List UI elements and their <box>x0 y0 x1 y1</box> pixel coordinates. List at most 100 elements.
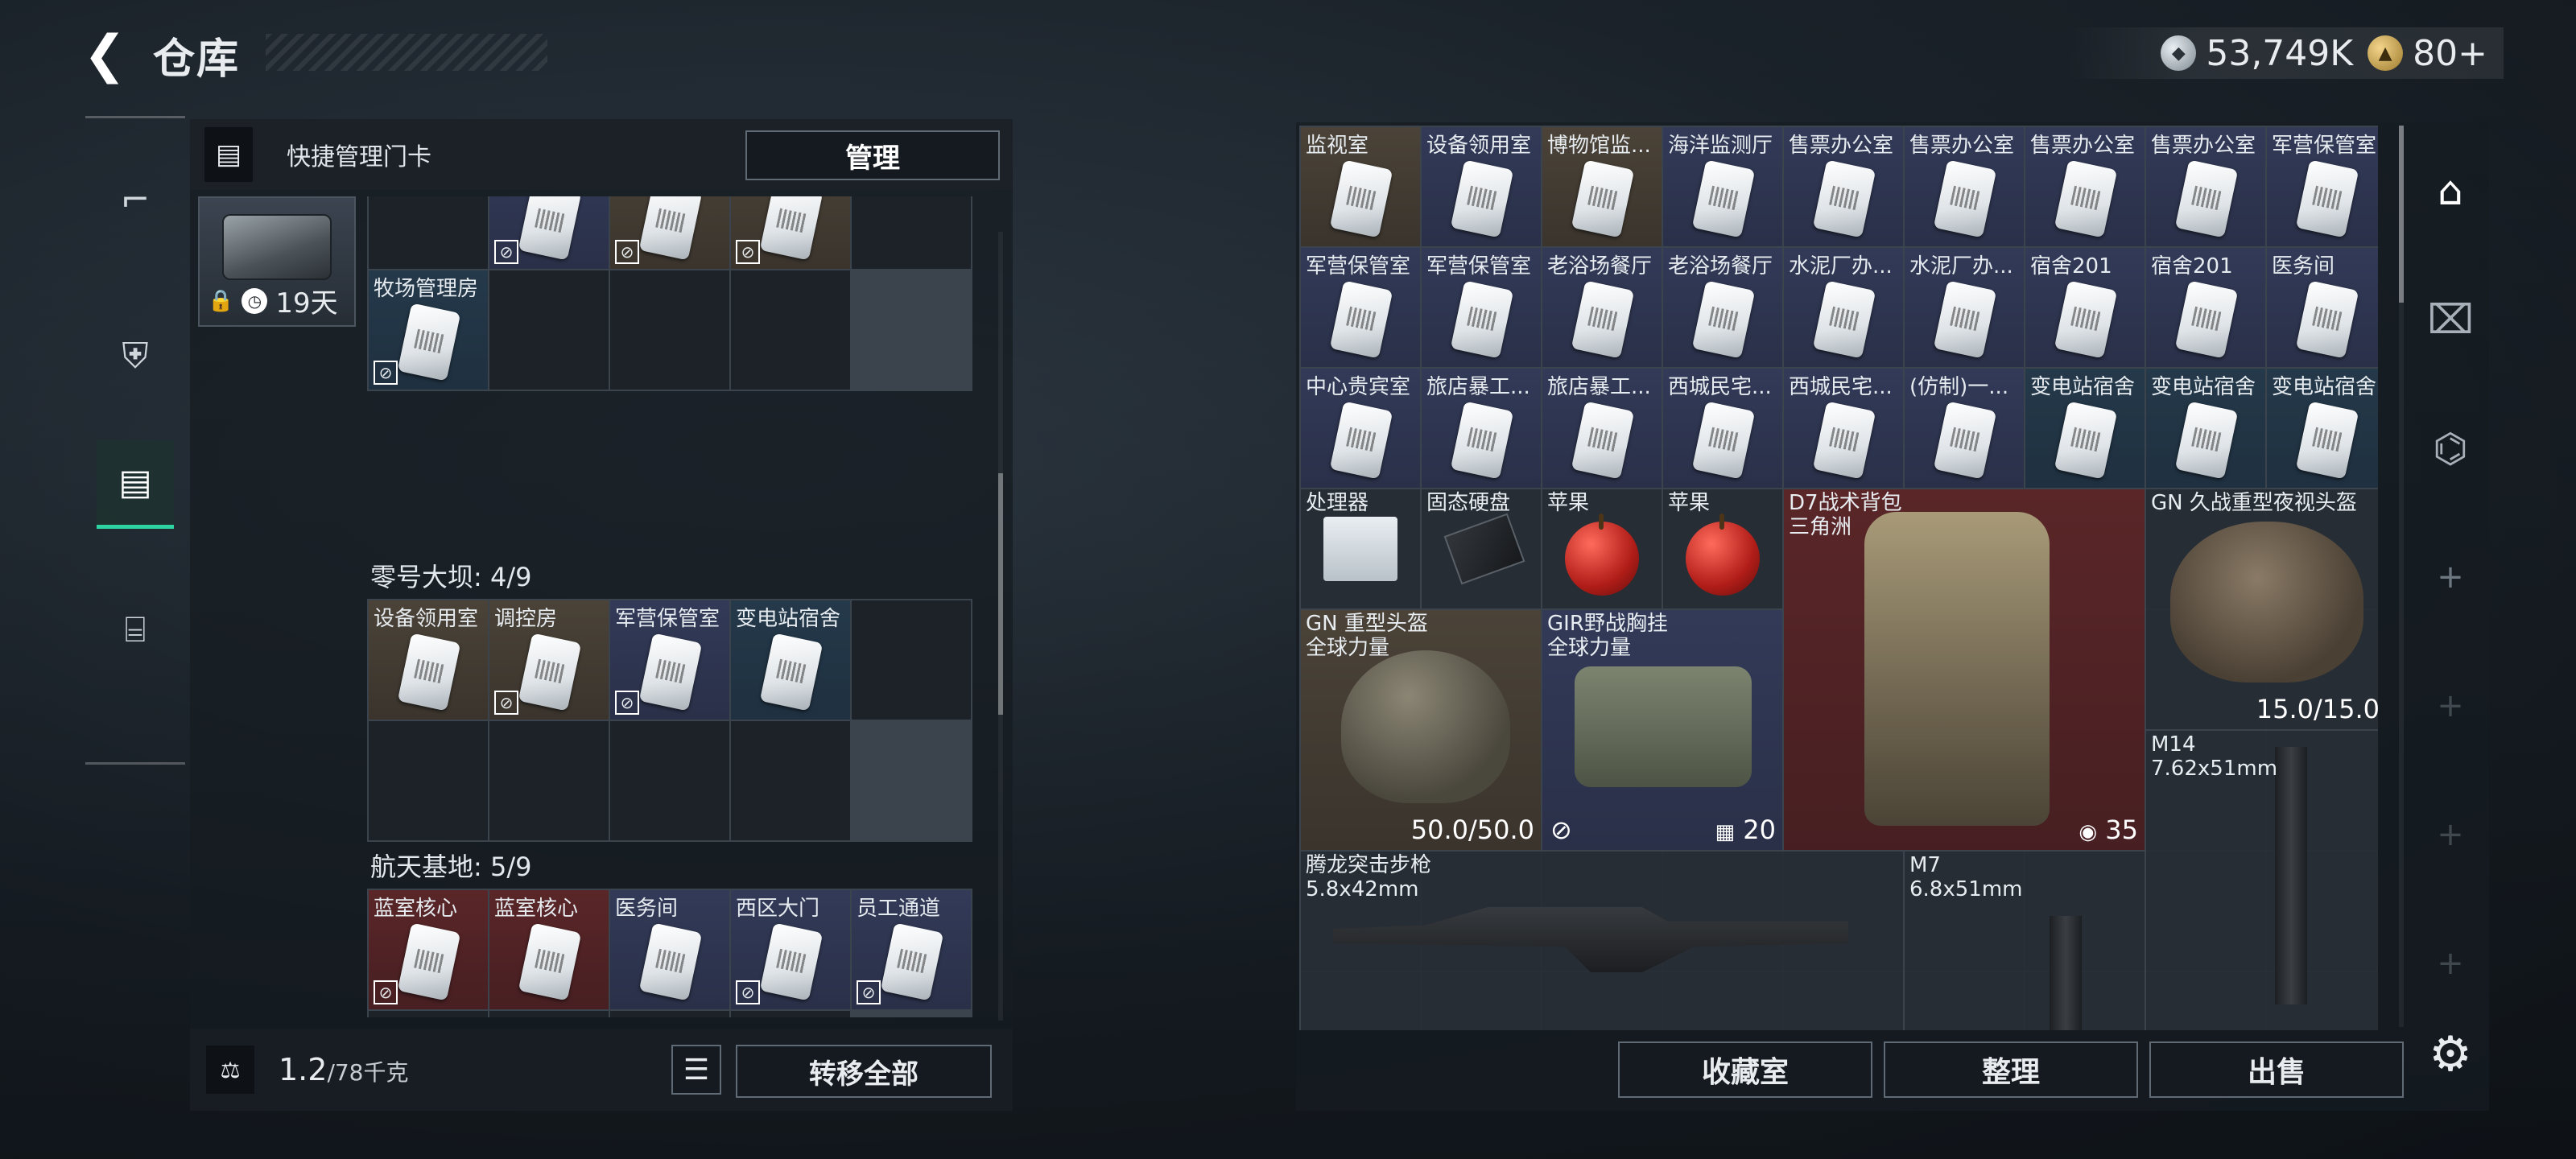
transfer-all-button[interactable]: 转移全部 <box>736 1045 992 1098</box>
apple-item[interactable]: 苹果 <box>1542 489 1662 608</box>
keycard-slot[interactable]: 水泥厂办... <box>1905 248 2024 367</box>
vest-item[interactable]: GIR野战胸挂 全球力量 ⊘ ▦ 20 <box>1542 610 1782 850</box>
warehouse-scrollbar[interactable] <box>2399 126 2404 1027</box>
keycard-slot[interactable]: 医务间 <box>610 890 729 1009</box>
silver-currency[interactable]: ◆ 53,749K <box>2161 33 2353 74</box>
keycard-slot[interactable]: 监视室 <box>1301 127 1420 246</box>
empty-slot[interactable] <box>489 1011 609 1017</box>
keycard-slot[interactable]: 售票办公室 <box>2146 127 2265 246</box>
back-arrow-icon[interactable]: ❮ <box>80 25 129 85</box>
empty-slot[interactable] <box>852 600 971 720</box>
keycard-slot[interactable]: 变电站宿舍 <box>2267 369 2378 488</box>
equipment-tab-icon[interactable]: ⛨ <box>97 311 174 400</box>
keycard-slot[interactable]: 中心贵宾室 <box>1301 369 1420 488</box>
keycard-slot[interactable]: (仿制)一... <box>1905 369 2024 488</box>
m7-item[interactable]: M7 6.8x51mm <box>1905 852 2145 1030</box>
empty-slot[interactable] <box>610 721 729 840</box>
add-tab-icon[interactable]: + <box>2412 790 2489 879</box>
keycard-slot[interactable]: 宿舍201 <box>2025 248 2145 367</box>
keycard-slot[interactable]: 军营保管室 <box>1301 248 1420 367</box>
empty-slot[interactable] <box>852 196 971 269</box>
clock-icon: ◷ <box>242 287 268 314</box>
warehouse-grid[interactable]: 监视室 设备领用室 博物馆监... 海洋监测厅 售票办公室 售票办公室 售票办公室 售票办公室… <box>1299 126 2378 1030</box>
empty-slot[interactable] <box>610 270 729 390</box>
keycard-slot[interactable]: 售票办公室 <box>1905 127 2024 246</box>
keycard-slot[interactable]: 小镇餐厅⊘ <box>489 196 609 269</box>
empty-slot[interactable] <box>369 721 488 840</box>
keycard-label: 宿舍201 <box>2151 254 2233 278</box>
keycard-slot[interactable]: 军营保管室 <box>1422 248 1541 367</box>
collection-room-button[interactable]: 收藏室 <box>1618 1041 1872 1098</box>
list-view-icon[interactable]: ☰ <box>671 1045 721 1095</box>
keycard-slot[interactable]: 变电站宿舍 <box>2025 369 2145 488</box>
keycard-tab-icon[interactable]: ▤ <box>97 440 174 529</box>
assault-rifle-item[interactable]: 腾龙突击步枪 5.8x42mm <box>1301 852 1903 1030</box>
keycard-slot[interactable]: 设备领用室 <box>369 600 488 720</box>
sell-button[interactable]: 出售 <box>2149 1041 2404 1098</box>
keycard-slot[interactable]: 旅店暴工... <box>1542 369 1662 488</box>
scroll-thumb[interactable] <box>998 473 1003 715</box>
keycard-list[interactable]: 小镇餐厅⊘实验办公室⊘雷达控制室⊘ 牧场管理房 ⊘ 零号大坝: 4/9 设备领用室调… <box>367 196 995 1017</box>
empty-slot[interactable] <box>489 721 609 840</box>
keycard-slot[interactable]: 调控房 ⊘ <box>489 600 609 720</box>
keycard-slot[interactable]: 西城民宅... <box>1663 369 1782 488</box>
empty-slot[interactable] <box>369 1011 488 1017</box>
keycard-slot[interactable]: 雷达控制室⊘ <box>731 196 850 269</box>
keycard-slot[interactable]: 蓝室核心 ⊘ <box>369 890 488 1009</box>
add-tab-icon[interactable]: + <box>2412 662 2489 750</box>
keycard-slot[interactable]: 西区大门 ⊘ <box>731 890 850 1009</box>
keycard-image <box>397 633 461 711</box>
weight-value: 1.2 <box>279 1052 328 1087</box>
add-tab-icon[interactable]: + <box>2412 533 2489 621</box>
safe-box-tab-icon[interactable]: ⌬ <box>2412 404 2489 493</box>
keycard-slot[interactable]: 售票办公室 <box>1784 127 1903 246</box>
helmet-item[interactable]: GN 重型头盔 全球力量 50.0/50.0 <box>1301 610 1541 850</box>
scrollbar[interactable] <box>998 232 1003 1021</box>
keycard-slot[interactable]: 老浴场餐厅 <box>1663 248 1782 367</box>
keycard-slot[interactable]: 实验办公室⊘ <box>610 196 729 269</box>
m14-item[interactable]: M14 7.62x51mm <box>2146 731 2378 1030</box>
ssd-item[interactable]: 固态硬盘 <box>1422 489 1541 608</box>
keycard-slot[interactable]: 变电站宿舍 <box>2146 369 2265 488</box>
empty-slot[interactable] <box>369 196 488 269</box>
gear-icon[interactable]: ⚙ <box>2418 1022 2483 1087</box>
weapon-tab-icon[interactable]: ⌐ <box>97 155 174 244</box>
keycard-slot[interactable]: 旅店暴工... <box>1422 369 1541 488</box>
manage-button[interactable]: 管理 <box>745 130 1000 180</box>
empty-slot[interactable] <box>731 270 850 390</box>
add-tab-icon[interactable]: + <box>2412 919 2489 1008</box>
keycard-slot[interactable]: 西城民宅... <box>1784 369 1903 488</box>
empty-slot[interactable] <box>731 721 850 840</box>
keycard-slot[interactable]: 海洋监测厅 <box>1663 127 1782 246</box>
processor-item[interactable]: 处理器 <box>1301 489 1420 608</box>
keycard-slot[interactable]: 员工通道 ⊘ <box>852 890 971 1009</box>
backpack-item[interactable]: D7战术背包 三角洲 ◉ 35 <box>1784 489 2145 850</box>
keycard-slot[interactable]: 水泥厂办... <box>1784 248 1903 367</box>
keycard-slot[interactable]: 宿舍201 <box>2146 248 2265 367</box>
keycard-slot[interactable]: 设备领用室 <box>1422 127 1541 246</box>
empty-slot[interactable] <box>731 1011 850 1017</box>
gold-currency[interactable]: ▲ 80+ <box>2368 33 2487 74</box>
empty-slot[interactable] <box>610 1011 729 1017</box>
keycard-slot[interactable]: 博物馆监... <box>1542 127 1662 246</box>
keycard-slot[interactable]: 牧场管理房 ⊘ <box>369 270 488 390</box>
keycard-slot[interactable]: 蓝室核心 <box>489 890 609 1009</box>
keycard-image <box>397 303 461 382</box>
silver-amount: 53,749K <box>2206 32 2354 74</box>
nv-helmet-item[interactable]: GN 久战重型夜视头盔 15.0/15.0 <box>2146 489 2378 729</box>
keycard-slot[interactable]: 老浴场餐厅 <box>1542 248 1662 367</box>
toolbox-tab-icon[interactable]: ⌸ <box>97 585 174 674</box>
apple-item[interactable]: 苹果 <box>1663 489 1782 608</box>
keycard-slot[interactable]: 军营保管室 ⊘ <box>610 600 729 720</box>
sort-button[interactable]: 整理 <box>1884 1041 2138 1098</box>
warehouse-tab-icon[interactable]: ⌂ <box>2412 146 2489 235</box>
keycard-slot[interactable]: 变电站宿舍 <box>731 600 850 720</box>
keycard-slot[interactable]: 售票办公室 <box>2025 127 2145 246</box>
keyring-slot[interactable]: 🔒 ◷ 19天 <box>198 196 356 327</box>
empty-slot[interactable] <box>489 270 609 390</box>
gold-coin-icon: ▲ <box>2368 35 2404 71</box>
scroll-thumb[interactable] <box>2399 126 2404 303</box>
keycard-slot[interactable]: 军营保管室 <box>2267 127 2378 246</box>
storage-tab-icon[interactable]: ⌧ <box>2412 275 2489 364</box>
keycard-slot[interactable]: 医务间 <box>2267 248 2378 367</box>
